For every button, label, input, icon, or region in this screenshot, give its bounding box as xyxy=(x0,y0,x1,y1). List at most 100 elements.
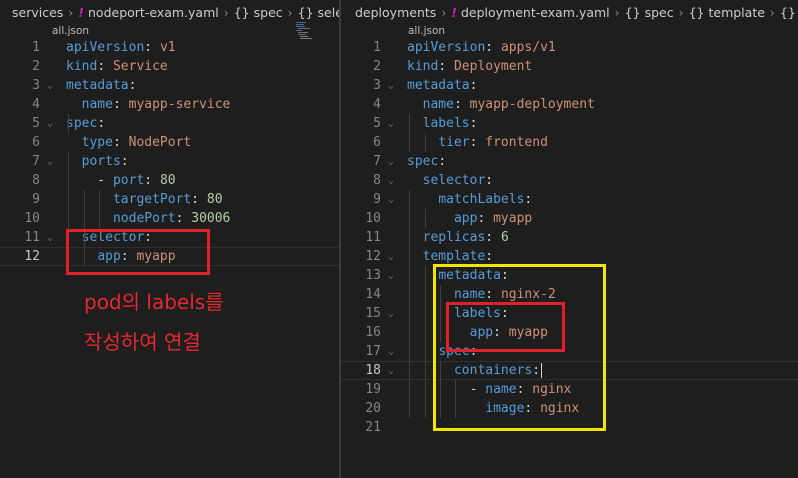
breadcrumb-segment[interactable]: template xyxy=(708,5,764,20)
breadcrumb-segment[interactable]: spec xyxy=(645,5,674,20)
yaml-key: type xyxy=(81,135,113,150)
colon: : xyxy=(128,78,137,93)
indent-guide xyxy=(409,114,410,152)
code-content: spec: xyxy=(66,114,105,133)
code-line[interactable]: 3 ⌄ metadata: xyxy=(0,76,339,95)
fold-chevron-icon[interactable]: ⌄ xyxy=(47,114,53,133)
code-line[interactable]: 7 ⌄ ports: xyxy=(0,152,339,171)
line-number: 19 xyxy=(365,382,381,397)
breadcrumb-folder[interactable]: services xyxy=(12,5,63,20)
yaml-value: 6 xyxy=(500,230,509,245)
code-line[interactable]: 2 kind: Deployment xyxy=(341,57,798,76)
code-content: type: NodePort xyxy=(66,133,192,152)
yaml-value: NodePort xyxy=(128,135,192,150)
line-number: 8 xyxy=(373,173,381,188)
fold-chevron-icon[interactable]: ⌄ xyxy=(388,171,394,190)
code-line[interactable]: 4 name: myapp-deployment xyxy=(341,95,798,114)
yaml-key: app xyxy=(453,211,478,226)
yaml-key: tier xyxy=(438,135,470,150)
yaml-value: v1 xyxy=(159,40,176,55)
code-line[interactable]: 9 targetPort: 80 xyxy=(0,190,339,209)
colon: : xyxy=(524,192,533,207)
fold-chevron-icon[interactable]: ⌄ xyxy=(388,114,394,133)
breadcrumb-segment[interactable]: selec xyxy=(318,5,339,20)
fold-chevron-icon[interactable]: ⌄ xyxy=(388,266,394,285)
line-number: 6 xyxy=(32,135,40,150)
indent-guide xyxy=(425,209,426,228)
fold-chevron-icon[interactable]: ⌄ xyxy=(388,76,394,95)
line-number: 5 xyxy=(32,116,40,131)
fold-chevron-icon[interactable]: ⌄ xyxy=(388,152,394,171)
yaml-value: myapp-deployment xyxy=(469,97,595,112)
indent-guide xyxy=(425,266,426,418)
line-number: 14 xyxy=(365,287,381,302)
yaml-value: Deployment xyxy=(453,59,533,74)
yaml-key: matchLabels xyxy=(438,192,525,207)
exclamation-icon: ! xyxy=(451,4,457,20)
fold-chevron-icon[interactable]: ⌄ xyxy=(388,304,394,323)
code-content: metadata: xyxy=(407,76,477,95)
yaml-key: spec xyxy=(66,116,98,131)
line-number: 8 xyxy=(32,173,40,188)
code-content: kind: Deployment xyxy=(407,57,532,76)
yaml-key: apiVersion xyxy=(407,40,486,55)
colon: : xyxy=(112,135,121,150)
code-line[interactable]: 1 apiVersion: apps/v1 xyxy=(341,38,798,57)
code-line[interactable]: 2 kind: Service xyxy=(0,57,339,76)
breadcrumb: services › ! nodeport-exam.yaml › {} spe… xyxy=(0,0,339,24)
line-number: 10 xyxy=(24,211,40,226)
indent: - xyxy=(66,173,113,188)
yaml-key: spec xyxy=(407,154,439,169)
code-content: name: myapp-deployment xyxy=(407,95,595,114)
breadcrumb-file[interactable]: nodeport-exam.yaml xyxy=(88,5,219,20)
yaml-value: frontend xyxy=(485,135,548,150)
yaml-value: Service xyxy=(112,59,168,74)
yaml-key: targetPort xyxy=(112,192,192,207)
code-line[interactable]: 7 ⌄ spec: xyxy=(341,152,798,171)
colon: : xyxy=(191,192,200,207)
code-line[interactable]: 4 name: myapp-service xyxy=(0,95,339,114)
line-number: 20 xyxy=(365,401,381,416)
code-line[interactable]: 8 - port: 80 xyxy=(0,171,339,190)
code-line[interactable]: 3 ⌄ metadata: xyxy=(341,76,798,95)
fold-chevron-icon[interactable]: ⌄ xyxy=(388,190,394,209)
colon: : xyxy=(469,135,478,150)
braces-icon: {} xyxy=(688,4,705,20)
schema-hover-label: all.json xyxy=(52,25,90,37)
indent-guide xyxy=(99,190,100,228)
annotation-text: pod의 labels를 xyxy=(84,290,224,314)
fold-chevron-icon[interactable]: ⌄ xyxy=(388,247,394,266)
line-number: 4 xyxy=(373,97,381,112)
braces-icon: {} xyxy=(233,4,250,20)
breadcrumb-file[interactable]: deployment-exam.yaml xyxy=(461,5,610,20)
line-number: 7 xyxy=(32,154,40,169)
code-line[interactable]: 5 ⌄ spec: xyxy=(0,114,339,133)
colon: : xyxy=(469,116,478,131)
colon: : xyxy=(485,40,494,55)
breadcrumb-segment[interactable]: spec xyxy=(254,5,283,20)
code-line[interactable]: 10 nodePort: 30006 xyxy=(0,209,339,228)
colon: : xyxy=(438,154,447,169)
line-number: 12 xyxy=(24,249,40,264)
code-line[interactable]: 8 ⌄ selector: xyxy=(341,171,798,190)
left-editor-pane[interactable]: services › ! nodeport-exam.yaml › {} spe… xyxy=(0,0,339,478)
chevron-right-icon: › xyxy=(678,4,684,20)
code-content: spec: xyxy=(407,152,446,171)
line-number: 4 xyxy=(32,97,40,112)
yaml-value: 30006 xyxy=(191,211,231,226)
breadcrumb-folder[interactable]: deployments xyxy=(355,5,436,20)
fold-chevron-icon[interactable]: ⌄ xyxy=(47,152,53,171)
fold-chevron-icon[interactable]: ⌄ xyxy=(47,228,53,247)
right-editor-pane[interactable]: deployments › ! deployment-exam.yaml › {… xyxy=(341,0,798,478)
code-line[interactable]: 6 type: NodePort xyxy=(0,133,339,152)
yaml-key: port xyxy=(112,173,145,188)
fold-chevron-icon[interactable]: ⌄ xyxy=(388,342,394,361)
fold-chevron-icon[interactable]: ⌄ xyxy=(47,76,53,95)
code-content: name: myapp-service xyxy=(66,95,231,114)
code-line[interactable]: 1 apiVersion: v1 xyxy=(0,38,339,57)
colon: : xyxy=(144,173,153,188)
fold-chevron-icon[interactable]: ⌄ xyxy=(388,361,394,380)
